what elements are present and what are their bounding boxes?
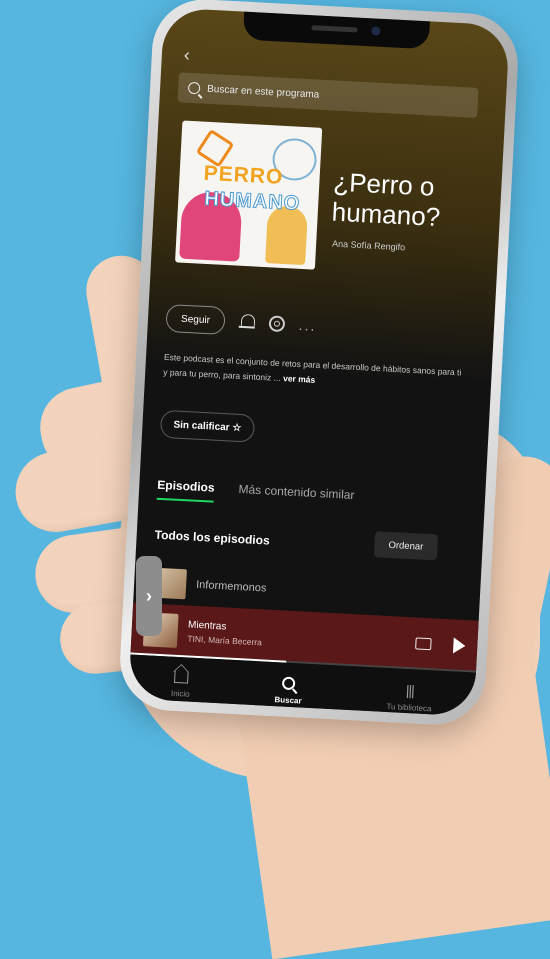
search-placeholder: Buscar en este programa — [206, 83, 320, 101]
bell-icon[interactable] — [238, 313, 256, 332]
follow-button[interactable]: Seguir — [165, 303, 226, 336]
devices-icon[interactable] — [415, 637, 432, 651]
gear-icon[interactable] — [268, 315, 286, 333]
home-icon — [173, 670, 189, 684]
podcast-cover: PERRO HUMANO — [175, 120, 323, 270]
podcast-description: Este podcast es el conjunto de retos par… — [163, 350, 464, 396]
see-more-link[interactable]: ver más — [283, 373, 316, 385]
episode-title: Informemonos — [195, 578, 267, 595]
library-icon: ||| — [405, 682, 415, 699]
content-tabs: Episodios Más contenido similar — [156, 477, 355, 510]
phone-notch — [242, 11, 430, 50]
speaker-grille — [311, 25, 358, 33]
phone-screen: ‹ Buscar en este programa PERRO HUMANO ¿… — [128, 7, 510, 717]
nav-item-home[interactable]: Inicio — [170, 670, 191, 699]
episodes-section-title: Todos los episodios — [154, 527, 271, 548]
play-icon[interactable] — [452, 637, 466, 655]
cover-text: PERRO — [203, 161, 284, 189]
more-options-icon[interactable]: ... — [298, 317, 316, 334]
list-item[interactable]: Informemonos — [151, 567, 267, 604]
nav-item-search[interactable]: Buscar — [274, 676, 303, 706]
nav-item-library[interactable]: ||| Tu biblioteca — [386, 682, 433, 713]
tab-similar-content[interactable]: Más contenido similar — [238, 482, 355, 510]
nav-label: Tu biblioteca — [386, 702, 432, 714]
chevron-right-icon[interactable]: › — [136, 556, 162, 636]
podcast-author[interactable]: Ana Sofía Rengifo — [332, 239, 405, 253]
nav-label: Buscar — [274, 695, 302, 706]
rating-button[interactable]: Sin calificar ☆ — [159, 409, 256, 443]
search-icon — [187, 81, 201, 95]
phone: ‹ Buscar en este programa PERRO HUMANO ¿… — [117, 0, 521, 728]
nav-label: Inicio — [170, 688, 190, 699]
tab-episodes[interactable]: Episodios — [156, 477, 215, 503]
order-button[interactable]: Ordenar — [373, 531, 438, 561]
podcast-actions: Seguir ... — [165, 303, 317, 340]
search-input[interactable]: Buscar en este programa — [177, 72, 479, 118]
chevron-left-icon[interactable]: ‹ — [183, 45, 190, 66]
podcast-title: ¿Perro o humano? — [331, 166, 441, 233]
search-icon — [282, 676, 296, 691]
now-playing-info: Mientras TINI, María Becerra — [187, 620, 406, 655]
front-camera — [371, 26, 381, 36]
